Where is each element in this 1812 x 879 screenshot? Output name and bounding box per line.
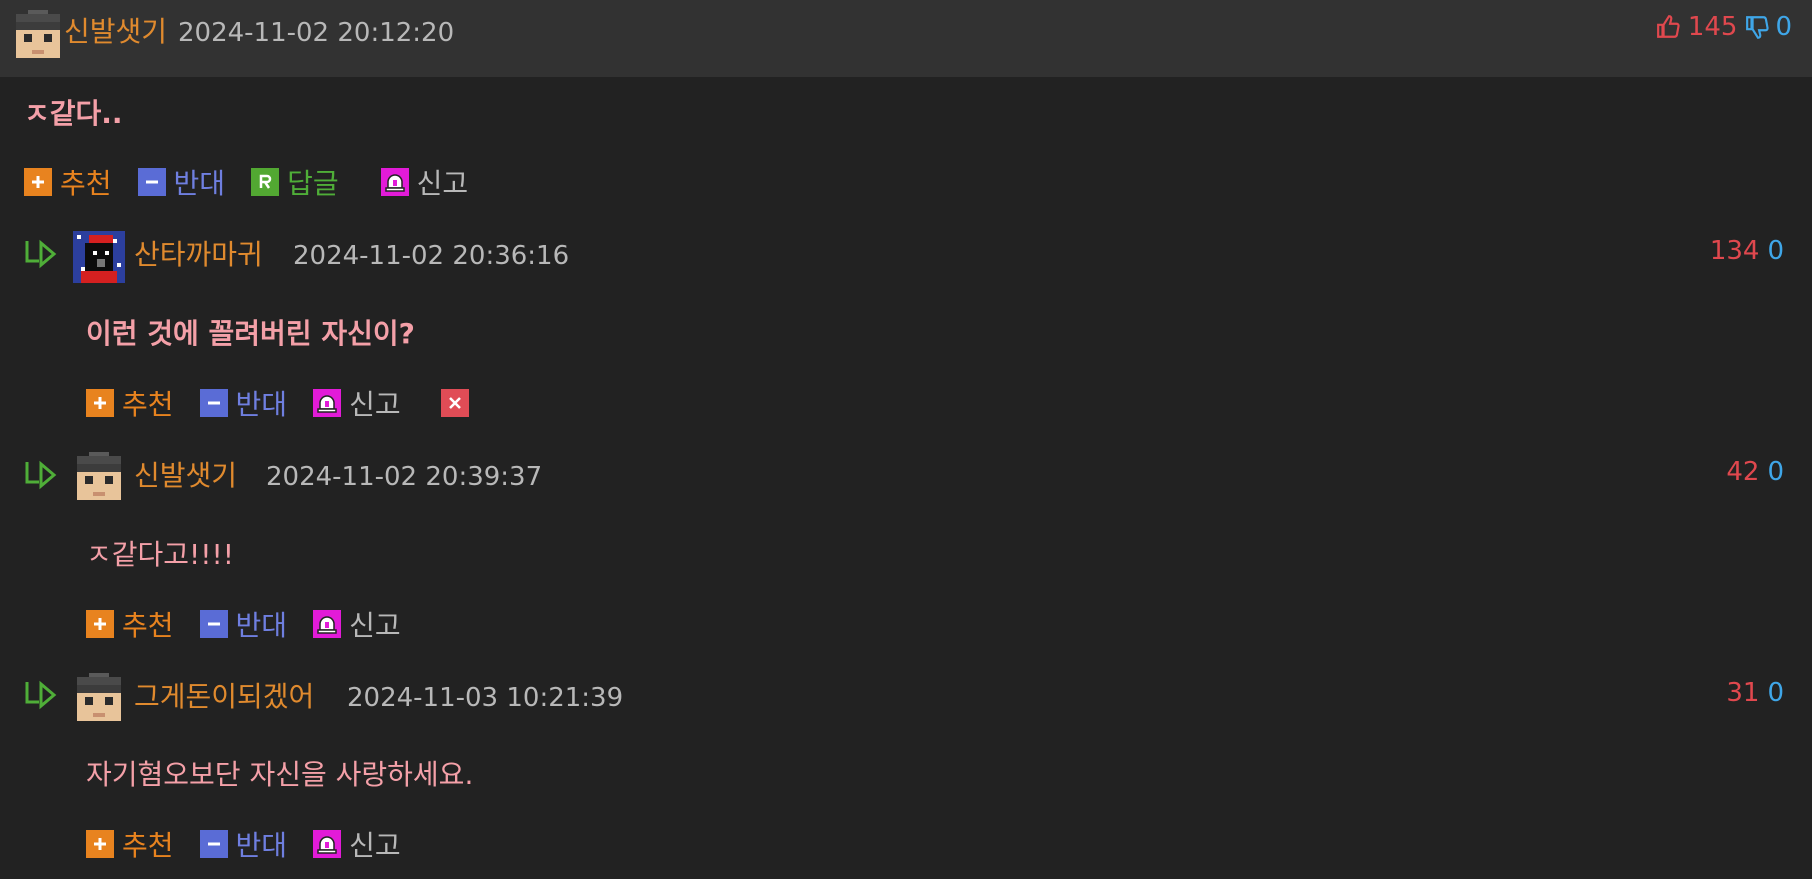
comment-actions: 추천 반대 답글 신고 [24,164,494,200]
oppose-label: 반대 [235,829,288,862]
thumbs-up-icon[interactable] [1656,14,1682,40]
report-button[interactable]: 신고 [380,162,469,202]
plus-icon [86,389,114,417]
comment-text: ㅈ같다.. [24,97,123,130]
reply-actions: 추천 반대 신고 [86,606,427,642]
pixel-avatar-icon [12,10,64,62]
reply-vote-score: 42 0 [1726,455,1784,489]
recommend-button[interactable]: 추천 [86,383,174,423]
thumbs-down-icon[interactable] [1745,14,1771,40]
oppose-button[interactable]: 반대 [199,383,288,423]
siren-icon [313,610,342,638]
siren-icon [380,168,409,196]
reply-author-nickname[interactable]: 신발샛기 [134,459,237,493]
recommend-label: 추천 [122,829,174,862]
upvote-count: 42 [1726,457,1760,487]
reply-date: 2024-11-03 10:21:39 [347,683,624,713]
reply-date: 2024-11-02 20:36:16 [293,241,570,271]
plus-icon [24,168,52,196]
downvote-count: 0 [1767,678,1784,708]
upvote-count: 145 [1687,12,1738,42]
oppose-button[interactable]: 반대 [137,162,226,202]
downvote-count: 0 [1767,457,1784,487]
reply-actions: 추천 반대 신고 [86,826,427,862]
report-button[interactable]: 신고 [313,604,401,644]
avatar[interactable] [73,673,125,725]
pixel-avatar-icon [73,452,125,504]
upvote-count: 134 [1709,236,1760,266]
reply-label: 답글 [287,167,339,200]
reply-author-nickname[interactable]: 산타까마귀 [134,238,263,272]
report-label: 신고 [349,609,401,642]
reply-r-icon [251,168,280,196]
pixel-avatar-icon [73,673,125,725]
reply-arrow-icon [25,460,57,490]
recommend-button[interactable]: 추천 [24,162,112,202]
minus-icon [199,389,228,417]
avatar[interactable] [73,231,125,283]
reply-arrow-icon [25,680,57,710]
vote-score: 145 0 [1656,10,1792,44]
reply-vote-score: 134 0 [1710,234,1784,268]
avatar[interactable] [12,10,64,62]
reply-vote-score: 31 0 [1726,676,1784,710]
recommend-button[interactable]: 추천 [86,824,174,864]
reply-author-nickname[interactable]: 그게돈이되겠어 [134,680,314,714]
author-nickname[interactable]: 신발샛기 [64,15,167,49]
plus-icon [86,830,114,858]
reply-arrow-icon [25,239,57,269]
reply-text: 이런 것에 꼴려버린 자신이? [86,317,415,350]
close-icon [448,397,461,409]
reply-text: ㅈ같다고!!!! [86,538,234,571]
minus-icon [199,610,228,638]
recommend-label: 추천 [122,609,174,642]
upvote-count: 31 [1726,678,1760,708]
reply-actions: 추천 반대 신고 [86,385,469,421]
oppose-label: 반대 [235,609,288,642]
oppose-button[interactable]: 반대 [199,824,288,864]
minus-icon [199,830,228,858]
report-button[interactable]: 신고 [313,383,401,423]
report-button[interactable]: 신고 [313,824,401,864]
avatar[interactable] [73,452,125,504]
reply-text: 자기혐오보단 자신을 사랑하세요. [86,758,474,791]
siren-icon [313,830,342,858]
report-label: 신고 [349,388,401,421]
comment-date: 2024-11-02 20:12:20 [178,18,455,48]
reply-button[interactable]: 답글 [251,162,339,202]
report-label: 신고 [349,829,401,862]
downvote-count: 0 [1775,12,1792,42]
recommend-label: 추천 [122,388,174,421]
recommend-button[interactable]: 추천 [86,604,174,644]
plus-icon [86,610,114,638]
minus-icon [137,168,166,196]
siren-icon [313,389,342,417]
delete-button[interactable] [440,389,469,417]
oppose-button[interactable]: 반대 [199,604,288,644]
pixel-avatar-icon [73,231,125,283]
recommend-label: 추천 [60,167,112,200]
oppose-label: 반대 [235,388,288,421]
downvote-count: 0 [1767,236,1784,266]
report-label: 신고 [416,167,469,200]
reply-date: 2024-11-02 20:39:37 [266,462,543,492]
oppose-label: 반대 [173,167,226,200]
